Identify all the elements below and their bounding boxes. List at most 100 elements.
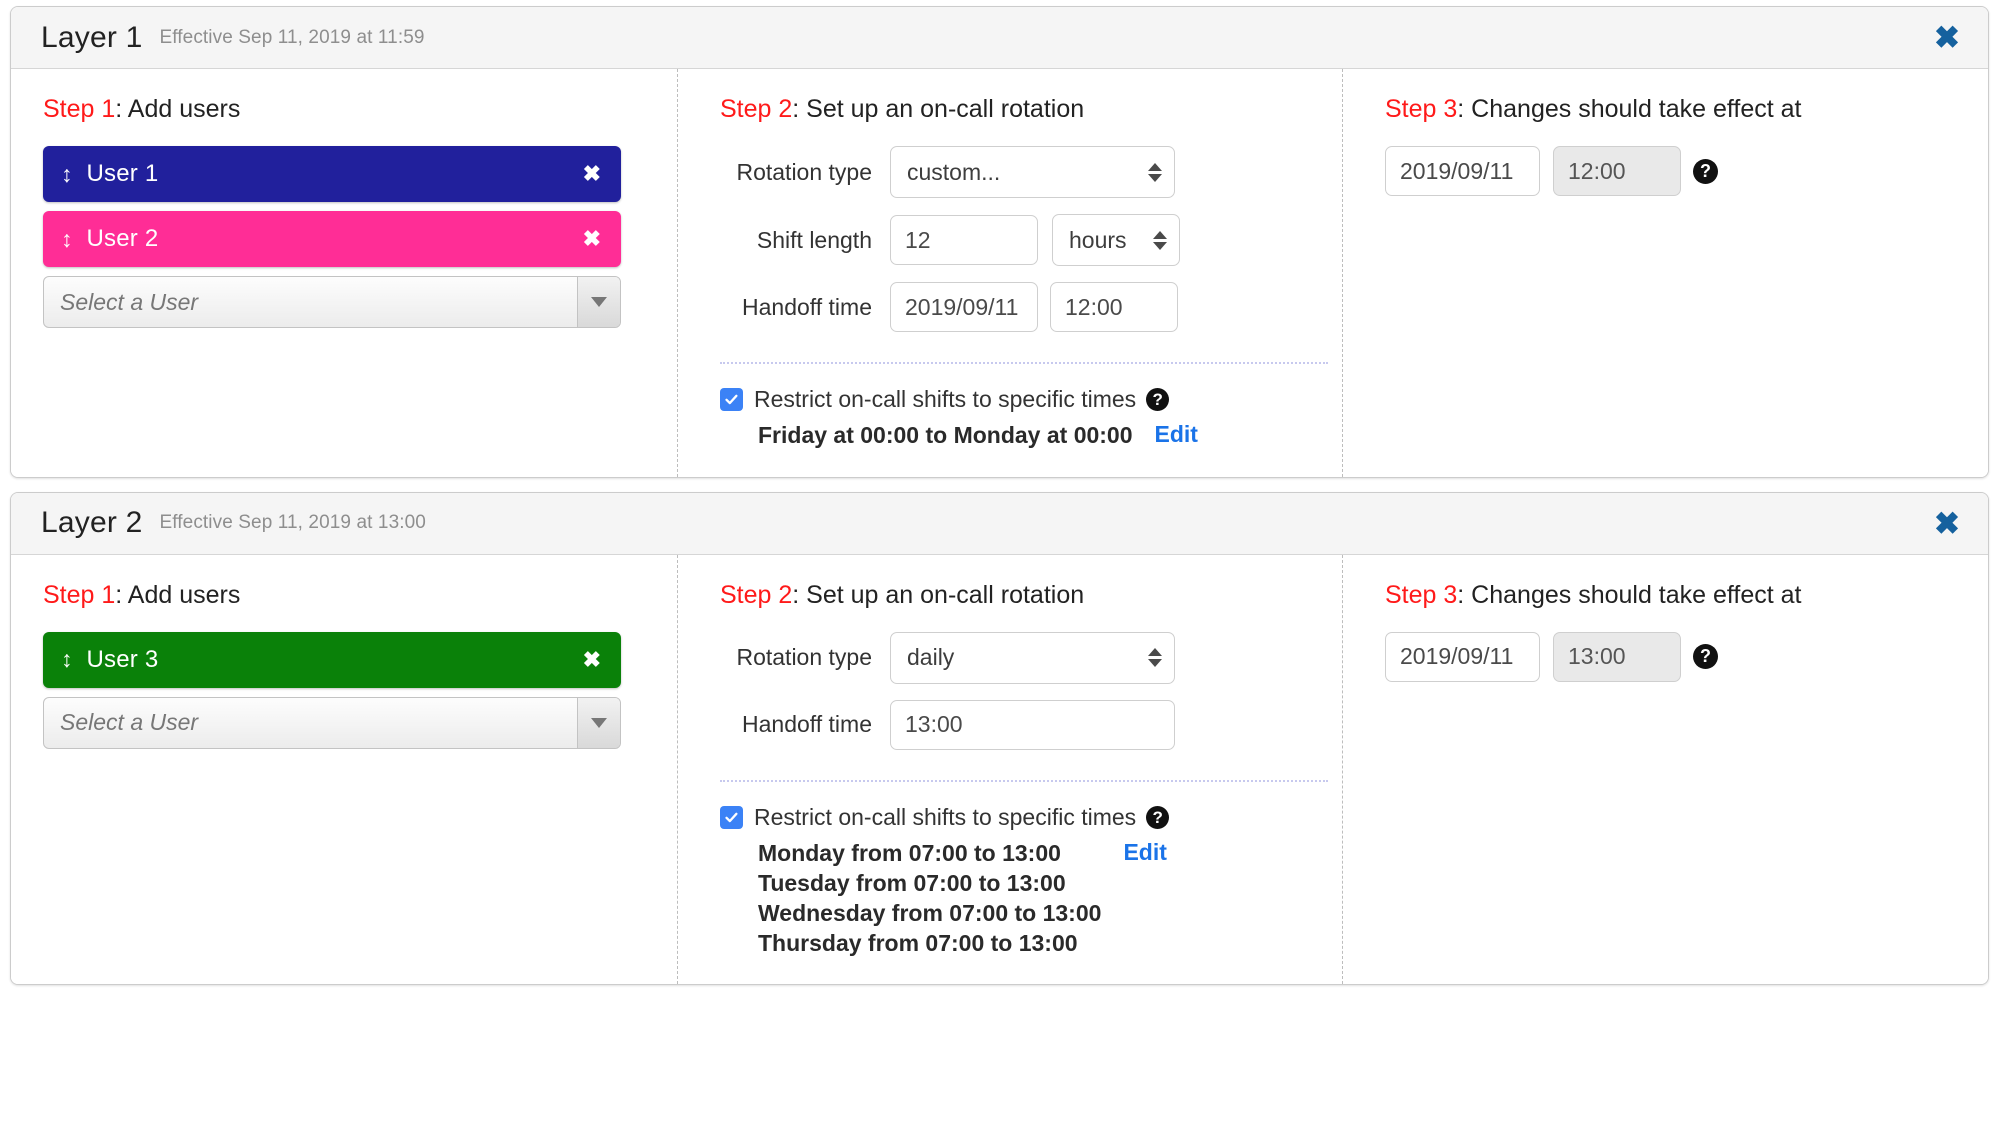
step3-heading-rest: : Changes should take effect at — [1457, 580, 1802, 609]
effective-time-input[interactable]: 12:00 — [1553, 146, 1681, 196]
edit-restrictions-link[interactable]: Edit — [1155, 421, 1198, 448]
remove-user-icon[interactable]: ✖ — [583, 161, 601, 187]
rotation-type-value: custom... — [907, 158, 1001, 185]
restrict-shifts-row: Restrict on-call shifts to specific time… — [720, 804, 1314, 831]
layer-body-2: Step 1: Add users ↕ User 3 ✖ Select a Us… — [11, 554, 1988, 985]
layer-header-1: Layer 1 Effective Sep 11, 2019 at 11:59 … — [11, 7, 1988, 69]
help-icon[interactable]: ? — [1693, 644, 1718, 670]
select-stepper-icon — [1148, 162, 1162, 182]
step2-heading: Step 2: Set up an on-call rotation — [720, 95, 1314, 124]
select-user-placeholder: Select a User — [60, 288, 199, 315]
user-chip[interactable]: ↕ User 3 ✖ — [43, 631, 621, 688]
restrict-shifts-row: Restrict on-call shifts to specific time… — [720, 386, 1314, 413]
restriction-detail: Friday at 00:00 to Monday at 00:00 Edit — [720, 421, 1314, 451]
step1-column: Step 1: Add users ↕ User 1 ✖ ↕ User 2 ✖ … — [11, 69, 677, 477]
drag-handle-icon[interactable]: ↕ — [61, 162, 73, 186]
rotation-type-select[interactable]: daily — [890, 631, 1175, 684]
step1-number: Step 1 — [43, 95, 116, 123]
effective-date-input[interactable]: 2019/09/11 — [1385, 631, 1540, 682]
select-user-placeholder: Select a User — [60, 709, 199, 736]
shift-length-label: Shift length — [756, 226, 872, 253]
restriction-line: Wednesday from 07:00 to 13:00 — [758, 899, 1102, 926]
help-icon[interactable]: ? — [1146, 388, 1170, 411]
step2-column: Step 2: Set up an on-call rotation Rotat… — [677, 69, 1343, 477]
restrict-shifts-checkbox[interactable] — [720, 805, 743, 829]
shift-unit-select[interactable]: hours — [1052, 214, 1180, 266]
help-icon[interactable]: ? — [1693, 158, 1718, 184]
effective-time-input[interactable]: 13:00 — [1553, 631, 1681, 682]
step2-heading-rest: : Set up an on-call rotation — [792, 95, 1085, 123]
triangle-up-icon — [1148, 162, 1162, 171]
shift-length-row: Shift length 12 hours — [720, 214, 1314, 266]
select-stepper-icon — [1148, 648, 1162, 668]
help-icon[interactable]: ? — [1146, 805, 1170, 829]
remove-user-icon[interactable]: ✖ — [583, 647, 601, 673]
effective-date-input[interactable]: 2019/09/11 — [1385, 146, 1540, 196]
shift-unit-value: hours — [1069, 226, 1127, 253]
remove-user-icon[interactable]: ✖ — [583, 226, 601, 252]
step1-number: Step 1 — [43, 580, 116, 609]
step2-number: Step 2 — [720, 580, 793, 609]
user-chip[interactable]: ↕ User 1 ✖ — [43, 146, 621, 202]
drag-handle-icon[interactable]: ↕ — [61, 648, 73, 671]
step1-heading: Step 1: Add users — [43, 581, 649, 610]
section-divider — [720, 362, 1328, 364]
step1-heading: Step 1: Add users — [43, 95, 649, 124]
section-divider — [720, 779, 1328, 782]
rotation-type-label: Rotation type — [736, 644, 872, 671]
restriction-line: Monday from 07:00 to 13:00 — [758, 839, 1061, 866]
select-user-dropdown[interactable]: Select a User — [43, 276, 621, 328]
restrict-shifts-label: Restrict on-call shifts to specific time… — [754, 803, 1137, 830]
handoff-time-row: Handoff time 13:00 — [720, 699, 1314, 750]
rotation-type-row: Rotation type custom... — [720, 146, 1314, 198]
step3-number: Step 3 — [1385, 580, 1458, 609]
handoff-time-label: Handoff time — [742, 711, 872, 738]
layer-card-1: Layer 1 Effective Sep 11, 2019 at 11:59 … — [10, 6, 1989, 478]
step2-column: Step 2: Set up an on-call rotation Rotat… — [677, 554, 1343, 985]
restriction-line: Friday at 00:00 to Monday at 00:00 — [758, 422, 1133, 448]
effective-datetime-row: 2019/09/11 12:00 ? — [1385, 146, 1935, 196]
dropdown-arrow-button[interactable] — [577, 697, 620, 748]
close-layer-icon[interactable]: ✖ — [1928, 20, 1966, 55]
layer-effective-date: Effective Sep 11, 2019 at 13:00 — [159, 512, 426, 534]
triangle-up-icon — [1148, 648, 1162, 657]
layer-effective-date: Effective Sep 11, 2019 at 11:59 — [159, 26, 425, 48]
oncall-schedule-layers-page: Layer 1 Effective Sep 11, 2019 at 11:59 … — [0, 0, 1999, 1141]
handoff-time-row: Handoff time 2019/09/11 12:00 — [720, 282, 1314, 332]
triangle-down-icon — [1148, 173, 1162, 182]
user-chip[interactable]: ↕ User 2 ✖ — [43, 211, 621, 267]
select-stepper-icon — [1153, 230, 1167, 250]
step3-heading-rest: : Changes should take effect at — [1457, 95, 1802, 123]
layer-card-2: Layer 2 Effective Sep 11, 2019 at 13:00 … — [10, 491, 1989, 986]
user-chip-label: User 1 — [86, 160, 159, 187]
rotation-type-select[interactable]: custom... — [890, 146, 1175, 198]
step1-column: Step 1: Add users ↕ User 3 ✖ Select a Us… — [11, 555, 677, 985]
effective-datetime-row: 2019/09/11 13:00 ? — [1385, 631, 1935, 682]
handoff-date-input[interactable]: 2019/09/11 — [890, 282, 1038, 332]
restriction-lines: Friday at 00:00 to Monday at 00:00 — [758, 421, 1133, 451]
step2-heading: Step 2: Set up an on-call rotation — [720, 581, 1314, 610]
restriction-detail: Monday from 07:00 to 13:00 Tuesday from … — [720, 839, 1314, 959]
restrict-shifts-checkbox[interactable] — [720, 388, 743, 411]
shift-length-input[interactable]: 12 — [890, 215, 1038, 265]
handoff-time-input[interactable]: 13:00 — [890, 699, 1175, 750]
handoff-time-label: Handoff time — [742, 293, 872, 320]
close-layer-icon[interactable]: ✖ — [1928, 506, 1966, 541]
edit-restrictions-link[interactable]: Edit — [1123, 839, 1166, 866]
step3-number: Step 3 — [1385, 95, 1458, 123]
restriction-line: Tuesday from 07:00 to 13:00 — [758, 869, 1066, 896]
step2-heading-rest: : Set up an on-call rotation — [792, 580, 1085, 609]
layer-header-2: Layer 2 Effective Sep 11, 2019 at 13:00 … — [11, 492, 1988, 555]
layer-title: Layer 2 — [41, 506, 143, 540]
step3-heading: Step 3: Changes should take effect at — [1385, 95, 1935, 124]
dropdown-arrow-button[interactable] — [577, 277, 620, 327]
select-user-dropdown[interactable]: Select a User — [43, 696, 621, 749]
drag-handle-icon[interactable]: ↕ — [61, 227, 73, 251]
rotation-type-label: Rotation type — [736, 158, 872, 185]
restriction-lines: Monday from 07:00 to 13:00 Tuesday from … — [758, 839, 1101, 959]
handoff-time-input[interactable]: 12:00 — [1050, 282, 1178, 332]
rotation-type-value: daily — [907, 644, 955, 671]
user-chip-label: User 2 — [86, 225, 159, 252]
layer-title: Layer 1 — [41, 20, 143, 54]
step1-heading-rest: : Add users — [115, 580, 241, 609]
